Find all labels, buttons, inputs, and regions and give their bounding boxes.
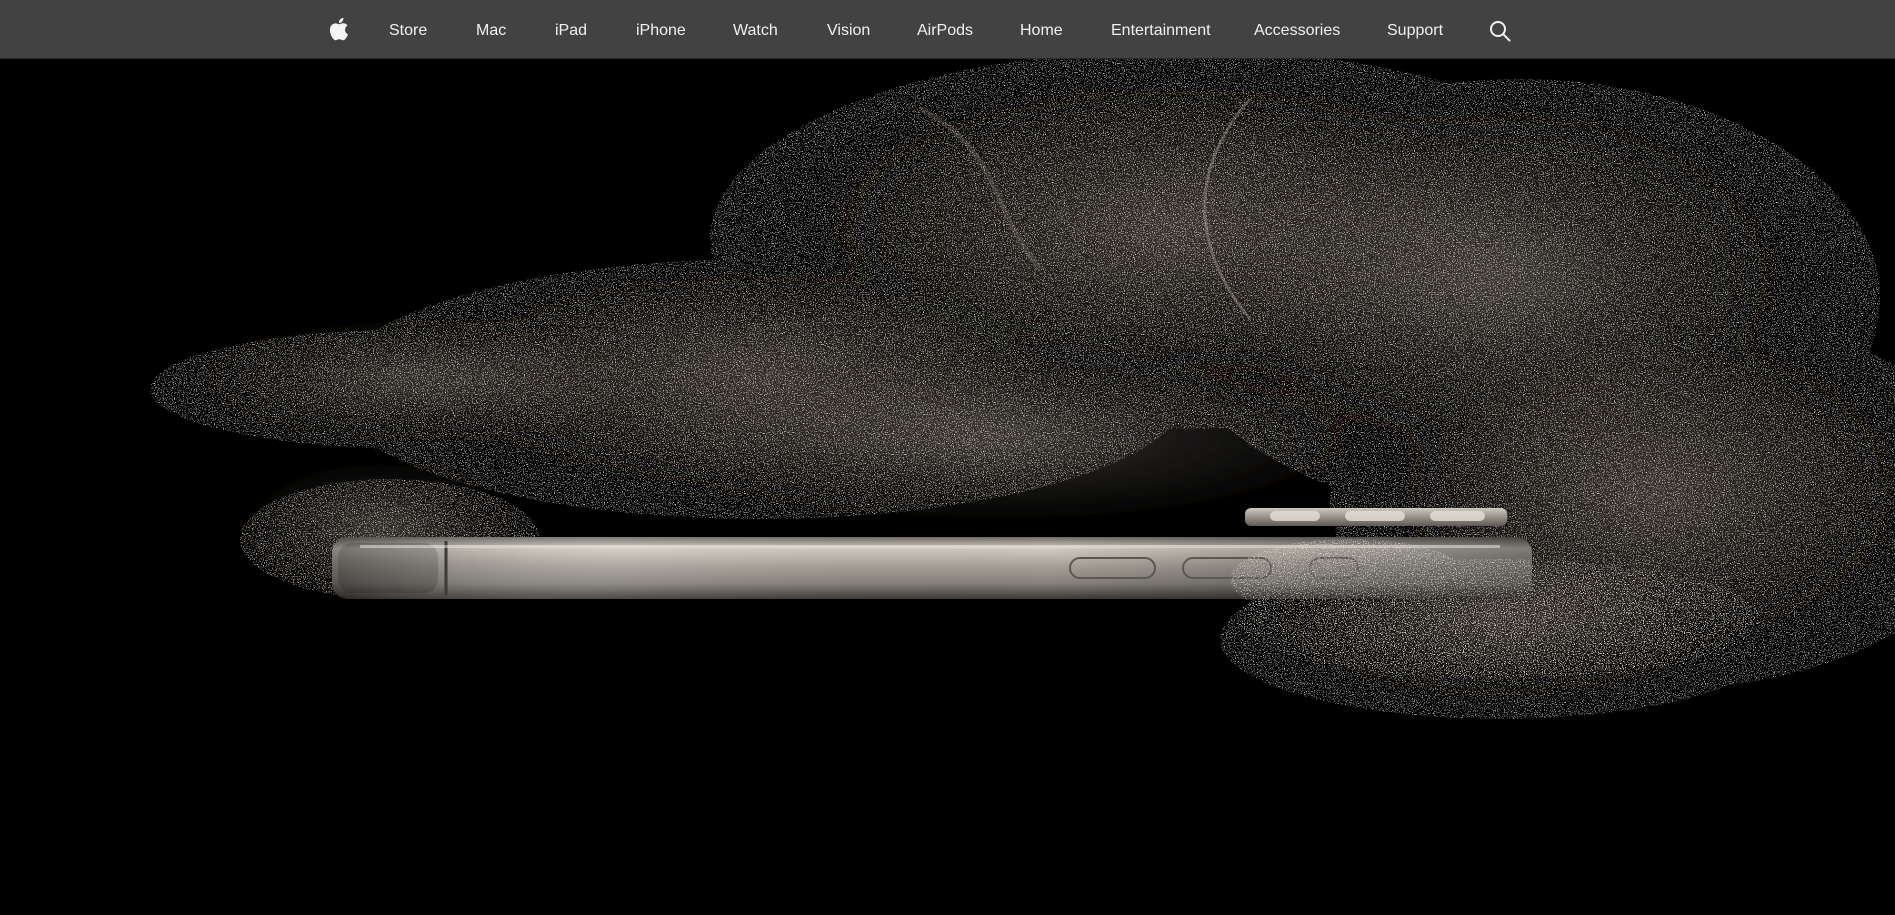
- hero-image: [0, 59, 1895, 915]
- nav-item-support[interactable]: Support: [1387, 0, 1443, 59]
- nav-item-airpods[interactable]: AirPods: [917, 0, 973, 59]
- hero-section: [0, 59, 1895, 915]
- nav-item-home[interactable]: Home: [1020, 0, 1063, 59]
- apple-logo-icon[interactable]: [326, 16, 350, 42]
- nav-item-ipad[interactable]: iPad: [555, 0, 587, 59]
- search-icon[interactable]: [1489, 20, 1511, 42]
- nav-item-mac[interactable]: Mac: [476, 0, 506, 59]
- nav-item-vision[interactable]: Vision: [827, 0, 870, 59]
- global-nav: Store Mac iPad iPhone Watch Vision AirPods Home…: [0, 0, 1895, 59]
- nav-item-store[interactable]: Store: [389, 0, 427, 59]
- nav-item-iphone[interactable]: iPhone: [636, 0, 686, 59]
- nav-item-entertainment[interactable]: Entertainment: [1111, 0, 1211, 59]
- nav-item-accessories[interactable]: Accessories: [1254, 0, 1340, 59]
- nav-item-watch[interactable]: Watch: [733, 0, 778, 59]
